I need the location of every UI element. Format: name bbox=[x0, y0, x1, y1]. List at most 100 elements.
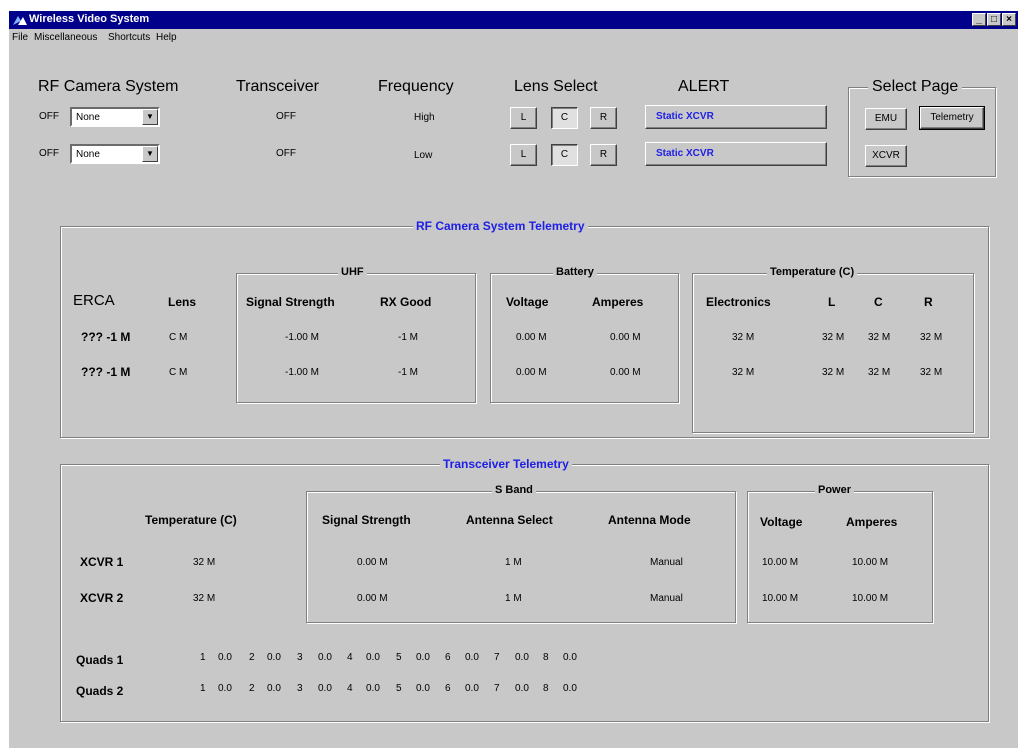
lens-r-button-1[interactable]: R bbox=[590, 107, 617, 129]
quad-value: 0.0 bbox=[318, 652, 332, 663]
frequency-1: High bbox=[414, 112, 435, 123]
temp-c-value-1: 32 M bbox=[868, 332, 891, 343]
quad-index: 2 bbox=[249, 683, 255, 694]
uhf-group bbox=[236, 273, 476, 403]
rf-camera-header: RF Camera System bbox=[38, 78, 179, 95]
sband-title: S Band bbox=[492, 484, 536, 496]
temp-r-header: R bbox=[924, 295, 933, 309]
temp-c-header: C bbox=[874, 295, 883, 309]
quad-value: 0.0 bbox=[318, 683, 332, 694]
camera-state-2: OFF bbox=[39, 148, 59, 159]
antenna-select-value-1: 1 M bbox=[505, 557, 522, 568]
xcvr-state-1: OFF bbox=[276, 111, 296, 122]
quad-value: 0.0 bbox=[218, 652, 232, 663]
camera-select-1[interactable]: None ▼ bbox=[70, 107, 160, 127]
title-bar: Wireless Video System _ □ × bbox=[9, 11, 1018, 29]
minimize-button[interactable]: _ bbox=[972, 13, 986, 26]
quad-value: 0.0 bbox=[218, 683, 232, 694]
menu-help[interactable]: Help bbox=[156, 32, 177, 43]
lens-value-1: C M bbox=[169, 332, 188, 343]
quad-index: 2 bbox=[249, 652, 255, 663]
quad-index: 1 bbox=[200, 683, 206, 694]
signal-value-1: -1.00 M bbox=[285, 332, 319, 343]
quad-value: 0.0 bbox=[366, 652, 380, 663]
quad-index: 1 bbox=[200, 652, 206, 663]
uhf-title: UHF bbox=[338, 266, 367, 278]
antenna-select-value-2: 1 M bbox=[505, 593, 522, 604]
lens-l-button-2[interactable]: L bbox=[510, 144, 537, 166]
erca-value-1: ??? -1 M bbox=[81, 330, 131, 344]
power-amperes-header: Amperes bbox=[846, 515, 898, 529]
xcvr-page-button[interactable]: XCVR bbox=[865, 145, 907, 167]
lens-c-button-1[interactable]: C bbox=[551, 107, 578, 129]
quad-value: 0.0 bbox=[366, 683, 380, 694]
maximize-button[interactable]: □ bbox=[987, 13, 1001, 26]
amperes-value-2: 0.00 M bbox=[610, 367, 641, 378]
rx-value-2: -1 M bbox=[398, 367, 418, 378]
amperes-header: Amperes bbox=[592, 295, 644, 309]
electronics-value-2: 32 M bbox=[732, 367, 755, 378]
signal-value-2: -1.00 M bbox=[285, 367, 319, 378]
chevron-down-icon[interactable]: ▼ bbox=[142, 146, 158, 162]
antenna-mode-value-2: Manual bbox=[650, 593, 683, 604]
quad-value: 0.0 bbox=[563, 652, 577, 663]
lens-c-button-2[interactable]: C bbox=[551, 144, 578, 166]
rx-good-header: RX Good bbox=[380, 295, 432, 309]
antenna-mode-header: Antenna Mode bbox=[608, 513, 691, 527]
quad-index: 4 bbox=[347, 652, 353, 663]
lens-r-button-2[interactable]: R bbox=[590, 144, 617, 166]
xcvr-temperature-header: Temperature (C) bbox=[145, 513, 237, 527]
chevron-down-icon[interactable]: ▼ bbox=[142, 109, 158, 125]
power-voltage-header: Voltage bbox=[760, 515, 803, 529]
quad-index: 5 bbox=[396, 652, 402, 663]
temp-l-value-2: 32 M bbox=[822, 367, 845, 378]
xcvr-signal-header: Signal Strength bbox=[322, 513, 411, 527]
temp-r-value-2: 32 M bbox=[920, 367, 943, 378]
quad-index: 4 bbox=[347, 683, 353, 694]
erca-value-2: ??? -1 M bbox=[81, 365, 131, 379]
close-button[interactable]: × bbox=[1002, 13, 1016, 26]
alert-field-2: Static XCVR bbox=[645, 142, 827, 166]
power-voltage-value-1: 10.00 M bbox=[762, 557, 799, 568]
app-icon bbox=[13, 16, 27, 25]
quad-index: 8 bbox=[543, 683, 549, 694]
xcvr-signal-value-1: 0.00 M bbox=[357, 557, 388, 568]
camera-select-value: None bbox=[76, 149, 100, 160]
temp-l-value-1: 32 M bbox=[822, 332, 845, 343]
power-amperes-value-2: 10.00 M bbox=[852, 593, 889, 604]
quad-value: 0.0 bbox=[416, 683, 430, 694]
power-amperes-value-1: 10.00 M bbox=[852, 557, 889, 568]
quad-value: 0.0 bbox=[515, 683, 529, 694]
quad-index: 6 bbox=[445, 683, 451, 694]
voltage-header: Voltage bbox=[506, 295, 549, 309]
quad-value: 0.0 bbox=[416, 652, 430, 663]
quad-index: 6 bbox=[445, 652, 451, 663]
voltage-value-2: 0.00 M bbox=[516, 367, 547, 378]
quad-index: 3 bbox=[297, 683, 303, 694]
quad-index: 8 bbox=[543, 652, 549, 663]
temperature-title: Temperature (C) bbox=[767, 266, 858, 278]
quad-index: 5 bbox=[396, 683, 402, 694]
select-page-header: Select Page bbox=[868, 78, 963, 96]
window-title: Wireless Video System bbox=[29, 13, 150, 25]
emu-page-button[interactable]: EMU bbox=[865, 108, 907, 130]
electronics-header: Electronics bbox=[706, 295, 771, 309]
telemetry-page-button[interactable]: Telemetry bbox=[919, 106, 985, 130]
antenna-mode-value-1: Manual bbox=[650, 557, 683, 568]
xcvr-row-label-1: XCVR 1 bbox=[80, 555, 124, 569]
quads-label-2: Quads 2 bbox=[76, 684, 124, 698]
xcvr-row-label-2: XCVR 2 bbox=[80, 591, 124, 605]
lens-l-button-1[interactable]: L bbox=[510, 107, 537, 129]
camera-select-2[interactable]: None ▼ bbox=[70, 144, 160, 164]
quad-value: 0.0 bbox=[465, 683, 479, 694]
signal-strength-header: Signal Strength bbox=[246, 295, 335, 309]
xcvr-state-2: OFF bbox=[276, 148, 296, 159]
menu-miscellaneous[interactable]: Miscellaneous bbox=[34, 32, 97, 43]
menu-shortcuts[interactable]: Shortcuts bbox=[108, 32, 150, 43]
xcvr-telemetry-title: Transceiver Telemetry bbox=[440, 457, 572, 471]
camera-state-1: OFF bbox=[39, 111, 59, 122]
quad-value: 0.0 bbox=[267, 683, 281, 694]
power-title: Power bbox=[815, 484, 855, 496]
temp-l-header: L bbox=[828, 295, 836, 309]
menu-file[interactable]: File bbox=[12, 32, 28, 43]
